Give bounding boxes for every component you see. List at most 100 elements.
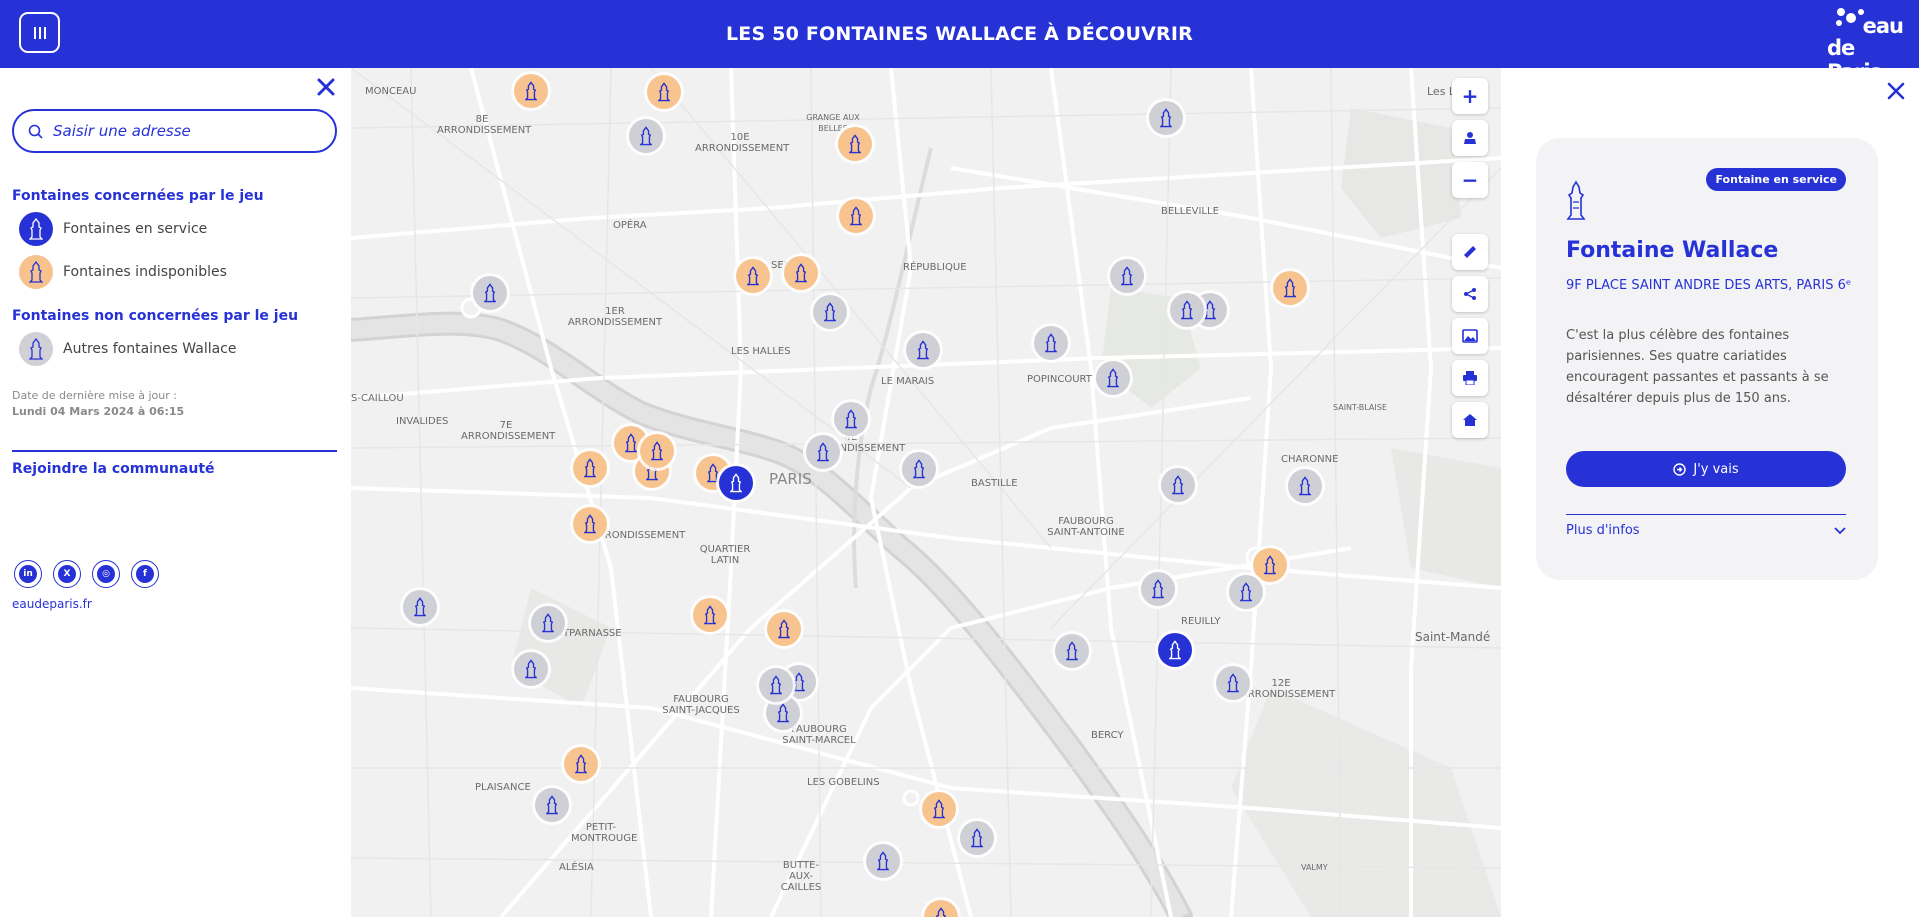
fountain-marker-other[interactable]	[866, 844, 900, 878]
fountain-marker-other[interactable]	[1110, 259, 1144, 293]
instagram-link[interactable]: ◎	[92, 560, 120, 588]
website-link[interactable]: eaudeparis.fr	[12, 597, 92, 611]
map-label-bastille: BASTILLE	[971, 478, 1018, 489]
fountain-marker-other[interactable]	[1288, 469, 1322, 503]
fountain-marker-unavailable[interactable]	[693, 598, 727, 632]
search-input[interactable]	[53, 122, 313, 140]
fountain-marker-other[interactable]	[1141, 572, 1175, 606]
fountain-marker-unavailable[interactable]	[1273, 271, 1307, 305]
home-button[interactable]	[1452, 402, 1488, 438]
legend-in-service-label: Fontaines en service	[63, 221, 208, 237]
linkedin-link[interactable]: in	[14, 560, 42, 588]
share-button[interactable]	[1452, 276, 1488, 312]
fountain-marker-other[interactable]	[813, 295, 847, 329]
fountain-description: C'est la plus célèbre des fontaines pari…	[1566, 328, 1829, 406]
fountain-marker-other[interactable]	[902, 452, 936, 486]
community-title: Rejoindre la communauté	[12, 461, 215, 477]
map-label-republique: RÉPUBLIQUE	[903, 262, 967, 273]
eau-de-paris-logo[interactable]: eau de Paris	[1827, 6, 1905, 84]
linkedin-icon: in	[19, 565, 37, 583]
logo-line-1: eau	[1862, 14, 1904, 38]
measure-button[interactable]	[1452, 234, 1488, 270]
fountain-marker-other[interactable]	[473, 276, 507, 310]
fountain-detail-panel: Fontaine en service Fontaine Wallace 9F …	[1501, 68, 1919, 917]
fountain-marker-unavailable[interactable]	[647, 75, 681, 109]
go-there-label: J'y vais	[1693, 461, 1739, 477]
fountain-marker-other[interactable]	[759, 668, 793, 702]
legend-unavailable: Fontaines indisponibles	[19, 255, 227, 289]
map-view[interactable]: MONCEAU 8E ARRONDISSEMENT 10E ARRONDISSE…	[351, 68, 1501, 917]
fountain-marker-other[interactable]	[1161, 468, 1195, 502]
map-label-opera: OPÉRA	[613, 220, 647, 231]
close-panel-icon[interactable]	[315, 76, 337, 98]
legend-other-label: Autres fontaines Wallace	[63, 341, 237, 357]
fountain-marker-other[interactable]	[1096, 361, 1130, 395]
facebook-link[interactable]: f	[131, 560, 159, 588]
panel-divider	[12, 450, 337, 452]
fountain-marker-unavailable[interactable]	[514, 74, 548, 108]
fountain-marker-other[interactable]	[1034, 326, 1068, 360]
map-label-paris: PARIS	[769, 470, 812, 488]
app-header: LES 50 FONTAINES WALLACE À DÉCOUVRIR eau…	[0, 0, 1919, 84]
navigate-icon	[1673, 462, 1687, 476]
map-label-petit-montrouge: PETIT-MONTROUGE	[571, 822, 638, 844]
more-info-label: Plus d'infos	[1566, 523, 1640, 538]
fountain-icon	[1566, 180, 1586, 220]
fountain-marker-other[interactable]	[1149, 101, 1183, 135]
menu-button[interactable]	[19, 12, 60, 53]
minus-icon: −	[1461, 168, 1479, 192]
fountain-marker-other[interactable]	[514, 652, 548, 686]
fountain-marker-other[interactable]	[1216, 666, 1250, 700]
fountain-marker-unavailable[interactable]	[736, 259, 770, 293]
fountain-marker-other[interactable]	[1229, 575, 1263, 609]
fountain-marker-other[interactable]	[1170, 293, 1204, 327]
zoom-in-button[interactable]: +	[1452, 78, 1488, 114]
map-label-arr7: 7E ARRONDISSEMENT	[461, 420, 556, 442]
fountain-marker-unavailable[interactable]	[784, 256, 818, 290]
menu-icon	[33, 26, 46, 39]
fountain-marker-other[interactable]	[906, 333, 940, 367]
fountain-marker-in-service[interactable]	[1158, 633, 1192, 667]
map-label-caillou: S-CAILLOU	[351, 393, 404, 404]
fountain-marker-other[interactable]	[834, 402, 868, 436]
section-game-title: Fontaines concernées par le jeu	[12, 188, 264, 204]
legend-unavailable-label: Fontaines indisponibles	[63, 264, 227, 280]
fountain-marker-unavailable[interactable]	[839, 199, 873, 233]
fountain-marker-other[interactable]	[531, 606, 565, 640]
export-image-button[interactable]	[1452, 318, 1488, 354]
fountain-marker-unavailable[interactable]	[767, 612, 801, 646]
close-detail-icon[interactable]	[1885, 80, 1907, 102]
more-info-toggle[interactable]: Plus d'infos	[1566, 523, 1846, 538]
search-icon	[28, 124, 43, 139]
map-label-quartier-latin: QUARTIER LATIN	[699, 544, 751, 566]
fountain-marker-unavailable[interactable]	[640, 434, 674, 468]
fountain-marker-unavailable[interactable]	[1253, 548, 1287, 582]
update-date-value: Lundi 04 Mars 2024 à 06:15	[12, 405, 185, 418]
fountain-marker-unavailable[interactable]	[922, 792, 956, 826]
map-label-invalides: INVALIDES	[396, 416, 449, 427]
map-label-saint-mande: Saint-Mandé	[1415, 630, 1491, 644]
address-search[interactable]	[12, 109, 337, 153]
fountain-marker-unavailable[interactable]	[838, 127, 872, 161]
locate-button[interactable]	[1452, 120, 1488, 156]
go-there-button[interactable]: J'y vais	[1566, 451, 1846, 487]
fountain-marker-other[interactable]	[629, 119, 663, 153]
fountain-card: Fontaine en service Fontaine Wallace 9F …	[1536, 138, 1878, 580]
map-label-arr1: 1ER ARRONDISSEMENT	[567, 306, 663, 328]
fountain-marker-other[interactable]	[535, 788, 569, 822]
print-button[interactable]	[1452, 360, 1488, 396]
fountain-marker-unavailable[interactable]	[573, 451, 607, 485]
fountain-marker-unavailable[interactable]	[573, 507, 607, 541]
fountain-marker-unavailable[interactable]	[564, 747, 598, 781]
map-label-valmy: VALMY	[1301, 863, 1328, 872]
map-label-arr12: 12E ARRONDISSEMENT	[1241, 678, 1336, 700]
section-not-game-title: Fontaines non concernées par le jeu	[12, 308, 299, 324]
fountain-marker-in-service[interactable]	[719, 466, 753, 500]
x-link[interactable]: X	[53, 560, 81, 588]
fountain-marker-other[interactable]	[1055, 634, 1089, 668]
fountain-marker-other[interactable]	[960, 821, 994, 855]
fountain-marker-other[interactable]	[403, 590, 437, 624]
map-label-bercy: BERCY	[1091, 730, 1124, 741]
zoom-out-button[interactable]: −	[1452, 162, 1488, 198]
fountain-marker-other[interactable]	[806, 435, 840, 469]
